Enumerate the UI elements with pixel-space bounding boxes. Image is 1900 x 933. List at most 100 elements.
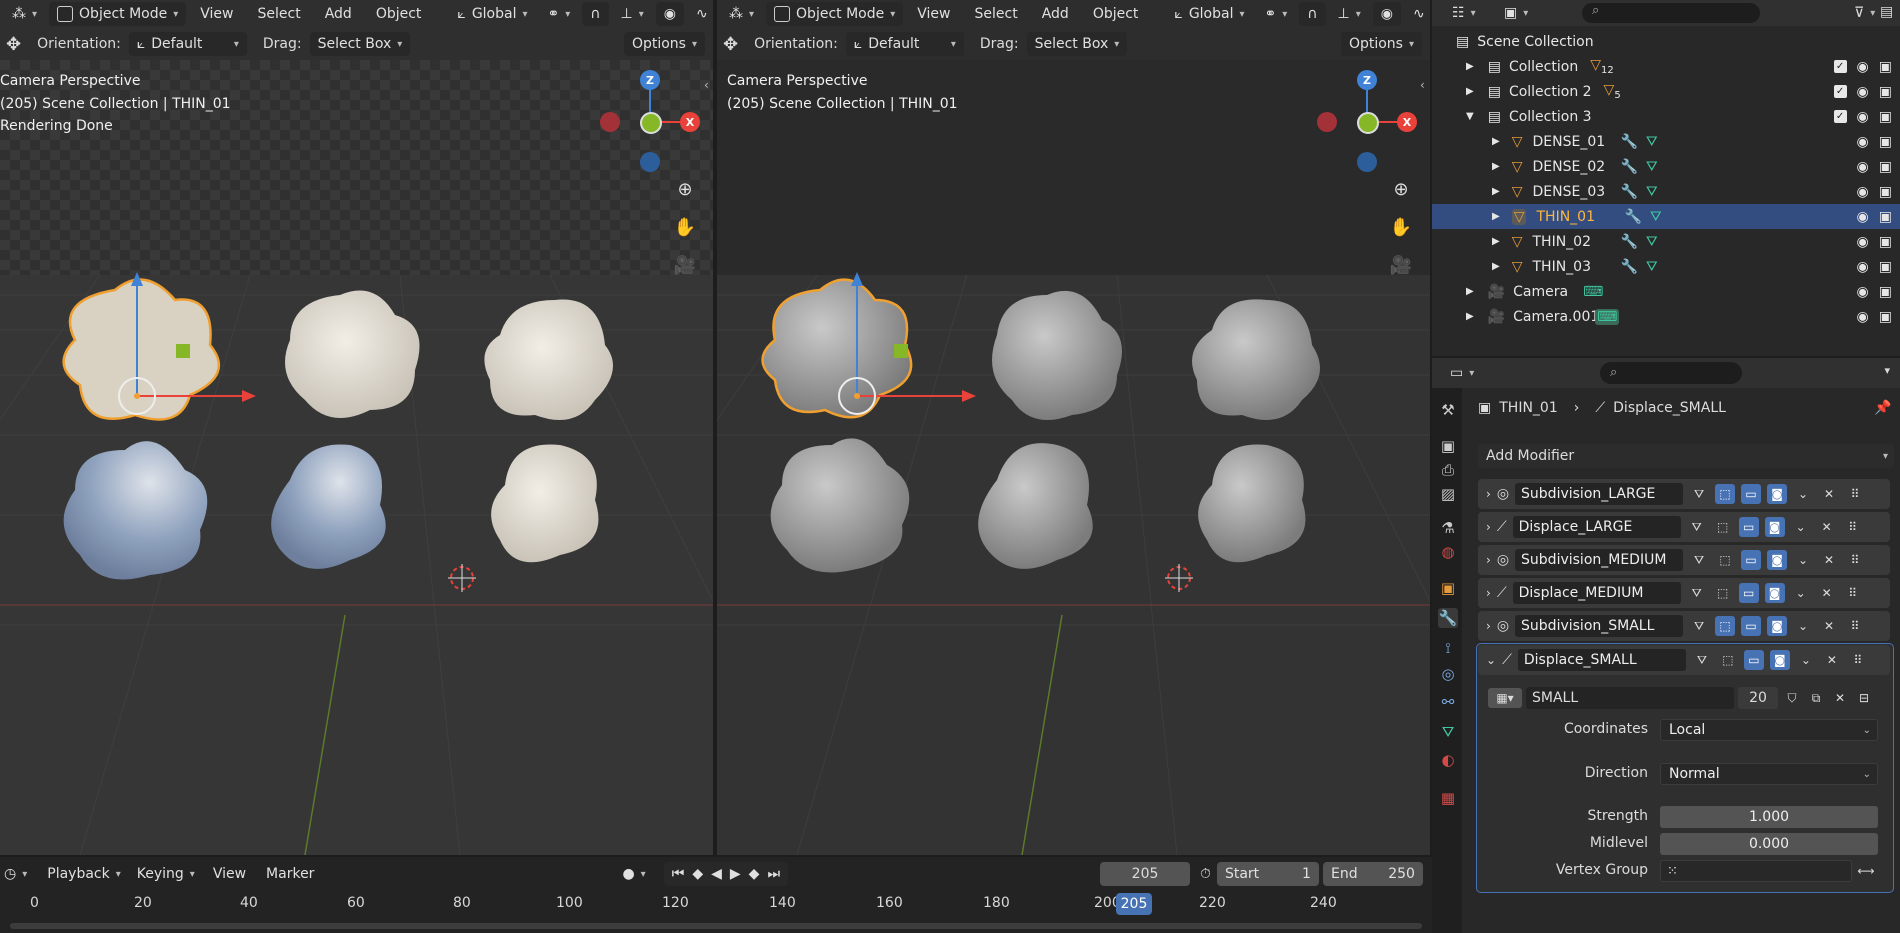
coordinates-dropdown[interactable]: Local ⌄: [1660, 719, 1878, 741]
texture-users-count[interactable]: 20: [1738, 687, 1778, 709]
viewport-right[interactable]: ⁂ ▾ Object Mode ▾ View Select Add Object ⟀…: [717, 0, 1430, 855]
particles-tab-icon[interactable]: ⟟: [1438, 638, 1458, 658]
texture-name-field[interactable]: SMALL: [1526, 687, 1734, 709]
editor-type-button[interactable]: ▭ ▾: [1442, 361, 1482, 385]
editor-type-button[interactable]: ⁂ ▾: [721, 2, 762, 26]
modifier-row[interactable]: › ◎ Subdivision_MEDIUM ⛛ ⬚ ▭ ◙ ⌄ ✕ ⠿: [1478, 545, 1890, 575]
close-icon[interactable]: ✕: [1819, 550, 1839, 570]
camera-data-icon[interactable]: ⌨: [1583, 284, 1603, 300]
expand-chevron-icon[interactable]: ›: [1486, 553, 1491, 567]
outliner-item-camera-001[interactable]: ▶ 🎥 Camera.001 ⌨ ◉ ▣: [1432, 304, 1900, 329]
midlevel-field[interactable]: 0.000: [1660, 833, 1878, 855]
editor-type-button[interactable]: ⁂ ▾: [4, 2, 45, 26]
exclude-checkbox[interactable]: ✓: [1833, 110, 1847, 123]
close-icon[interactable]: ✕: [1817, 583, 1837, 603]
falloff-dropdown[interactable]: ∿: [688, 2, 713, 26]
modifier-name-field[interactable]: Displace_MEDIUM: [1512, 582, 1681, 604]
mode-dropdown[interactable]: Object Mode ▾: [49, 2, 187, 26]
menu-add[interactable]: Add: [315, 6, 362, 22]
move-tool-icon[interactable]: ✥: [6, 34, 21, 55]
eye-icon[interactable]: ◉: [1857, 109, 1869, 125]
render-toggle[interactable]: ◙: [1767, 550, 1788, 570]
options-dropdown[interactable]: Options ▾: [1340, 32, 1422, 56]
gizmo-y-axis[interactable]: [1357, 112, 1379, 134]
drag-dropdown[interactable]: Select Box ▾: [1026, 32, 1128, 56]
move-tool-icon[interactable]: ✥: [723, 34, 738, 55]
gizmo-z-axis[interactable]: Z: [640, 70, 660, 90]
transform-orientation-dropdown[interactable]: ⟀ Global ▾: [1166, 2, 1252, 26]
render-toggle[interactable]: ◙: [1764, 517, 1785, 537]
edit-mode-toggle[interactable]: ⬚: [1718, 650, 1738, 670]
add-modifier-dropdown[interactable]: Add Modifier ▾: [1478, 444, 1894, 468]
next-keyframe-icon[interactable]: ◆: [749, 866, 760, 882]
on-cage-icon[interactable]: ⛛: [1687, 517, 1707, 537]
outliner-item-dense-01[interactable]: ▶ ▽ DENSE_01 🔧 ⛛ ◉ ▣: [1432, 129, 1900, 154]
eye-icon[interactable]: ◉: [1857, 159, 1869, 175]
eye-icon[interactable]: ◉: [1857, 184, 1869, 200]
modifier-wrench-icon[interactable]: 🔧: [1620, 159, 1637, 175]
play-reverse-icon[interactable]: ◀: [711, 866, 722, 882]
editor-type-button[interactable]: ◷ ▾: [0, 862, 31, 886]
keying-menu[interactable]: Keying ▾: [129, 862, 203, 886]
modifier-wrench-icon[interactable]: 🔧: [1620, 134, 1637, 150]
object-tab-icon[interactable]: ▣: [1438, 578, 1458, 598]
pan-hand-icon[interactable]: ✋: [1388, 214, 1414, 240]
render-toggle[interactable]: ◙: [1769, 650, 1790, 670]
mesh-data-icon[interactable]: ⛛: [1646, 134, 1658, 150]
disclosure-triangle-icon[interactable]: ▼: [1466, 111, 1474, 122]
modifier-tab-icon[interactable]: 🔧: [1438, 608, 1458, 628]
auto-keying-toggle[interactable]: ● ▾: [614, 862, 653, 886]
menu-select[interactable]: Select: [965, 6, 1028, 22]
orientation-dropdown[interactable]: ⟀ Default ▾: [128, 32, 247, 56]
on-cage-icon[interactable]: ⛛: [1689, 550, 1709, 570]
edit-mode-toggle[interactable]: ⬚: [1715, 484, 1736, 504]
chevron-down-icon[interactable]: ⌄: [1796, 650, 1816, 670]
drag-dropdown[interactable]: Select Box ▾: [309, 32, 411, 56]
viewport-left[interactable]: ⁂ ▾ Object Mode ▾ View Select Add Object ⟀…: [0, 0, 713, 855]
render-camera-icon[interactable]: ▣: [1879, 284, 1892, 300]
disclosure-triangle-icon[interactable]: ▶: [1492, 236, 1500, 247]
prev-keyframe-icon[interactable]: ◆: [692, 866, 703, 882]
gizmo-neg-z-axis[interactable]: [1357, 152, 1377, 172]
gizmo-z-axis[interactable]: Z: [1357, 70, 1377, 90]
eye-icon[interactable]: ◉: [1857, 59, 1869, 75]
snap-settings[interactable]: ⊥ ▾: [1330, 2, 1369, 26]
render-toggle[interactable]: ◙: [1767, 616, 1788, 636]
render-camera-icon[interactable]: ▣: [1879, 209, 1892, 225]
strength-field[interactable]: 1.000: [1660, 806, 1878, 828]
transform-orientation-dropdown[interactable]: ⟀ Global ▾: [449, 2, 535, 26]
collapse-chevron-icon[interactable]: ⌄: [1486, 653, 1496, 667]
chevron-down-icon[interactable]: ⌄: [1791, 517, 1811, 537]
display-mode-dropdown[interactable]: ▣ ▾: [1496, 1, 1536, 25]
eye-icon[interactable]: ◉: [1857, 309, 1869, 325]
pan-hand-icon[interactable]: ✋: [672, 214, 698, 240]
outliner-item-collection[interactable]: ▶ ▤ Collection ▽12 ✓ ◉ ▣: [1432, 54, 1900, 79]
render-camera-icon[interactable]: ▣: [1879, 109, 1892, 125]
constraints-tab-icon[interactable]: ⚯: [1438, 692, 1458, 712]
stopwatch-icon[interactable]: ⏱: [1200, 866, 1211, 882]
tool-tab-icon[interactable]: ⚒: [1438, 400, 1458, 420]
texture-properties-icon[interactable]: ⊟: [1854, 688, 1874, 708]
gizmo-neg-x-axis[interactable]: [600, 112, 620, 132]
texture-browse-icon[interactable]: ▦▾: [1488, 688, 1522, 708]
chevron-down-icon[interactable]: ⌄: [1791, 583, 1811, 603]
disclosure-triangle-icon[interactable]: ▶: [1466, 311, 1474, 322]
gizmo-neg-x-axis[interactable]: [1317, 112, 1337, 132]
modifier-row[interactable]: › ⟋ Displace_MEDIUM ⛛ ⬚ ▭ ◙ ⌄ ✕ ⠿: [1478, 578, 1890, 608]
eye-icon[interactable]: ◉: [1857, 284, 1869, 300]
eye-icon[interactable]: ◉: [1857, 134, 1869, 150]
drag-handle-icon[interactable]: ⠿: [1848, 650, 1868, 670]
modifier-name-field[interactable]: Displace_SMALL: [1517, 649, 1686, 671]
object-thin-02[interactable]: [285, 290, 420, 419]
edit-mode-toggle[interactable]: ⬚: [1715, 550, 1735, 570]
disclosure-triangle-icon[interactable]: ▶: [1492, 211, 1500, 222]
mesh-data-icon[interactable]: ⛛: [1646, 259, 1658, 275]
drag-handle-icon[interactable]: ⠿: [1845, 550, 1865, 570]
exclude-checkbox[interactable]: ✓: [1833, 60, 1847, 73]
modifier-name-field[interactable]: Displace_LARGE: [1512, 516, 1681, 538]
menu-object[interactable]: Object: [366, 6, 432, 22]
mode-dropdown[interactable]: Object Mode ▾: [766, 2, 904, 26]
gizmo-x-axis[interactable]: X: [1397, 112, 1417, 132]
jump-start-icon[interactable]: ⏮: [672, 866, 685, 882]
material-tab-icon[interactable]: ◐: [1438, 750, 1458, 770]
